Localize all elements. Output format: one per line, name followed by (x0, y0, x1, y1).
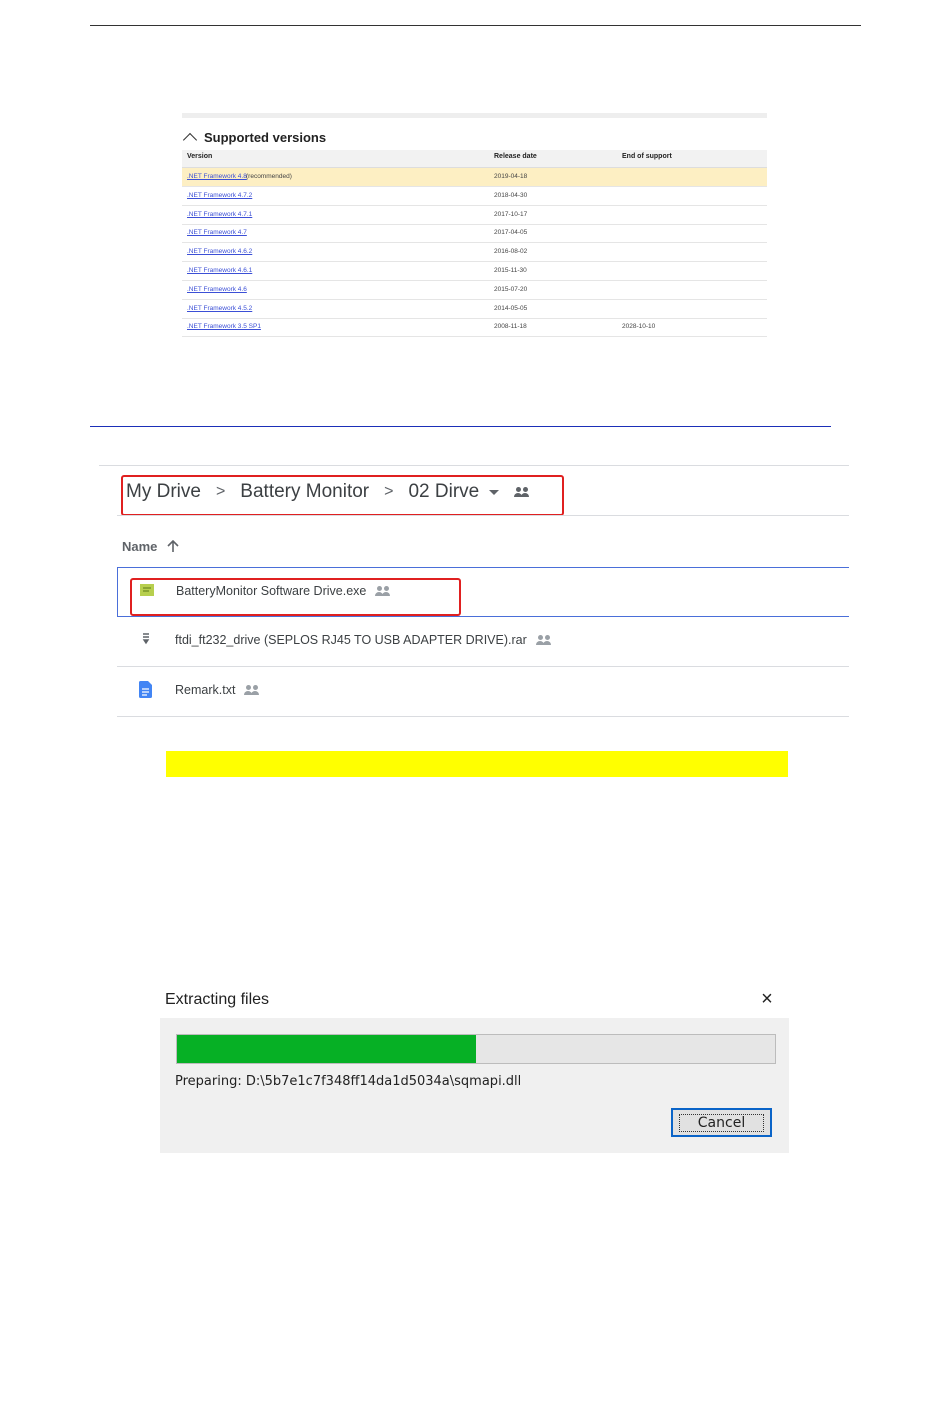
document-file-icon (139, 681, 152, 698)
name-column-header[interactable]: Name (122, 537, 179, 555)
file-name-text: Remark.txt (175, 683, 236, 697)
version-row: .NET Framework 4.7.2 2018-04-30 (182, 187, 767, 206)
version-row: .NET Framework 3.5 SP1 2008-11-18 2028-10-… (182, 318, 767, 338)
release-date: 2017-10-17 (494, 210, 528, 218)
dialog-title-bar: Extracting files × (160, 984, 789, 1018)
supported-versions-heading: Supported versions (204, 129, 327, 145)
supported-versions-panel: Supported versions Version Release date … (182, 113, 767, 338)
release-date: 2016-08-02 (494, 248, 528, 256)
version-row: .NET Framework 4.8 (recommended) 2019-04-1… (182, 168, 767, 187)
release-date: 2017-04-05 (494, 229, 528, 237)
version-link[interactable]: .NET Framework 4.7 (187, 229, 247, 236)
panel-top-bar (182, 113, 767, 118)
version-link[interactable]: .NET Framework 4.6.2 (187, 248, 252, 255)
release-date: 2019-04-18 (494, 173, 528, 180)
archive-file-icon (142, 633, 150, 645)
version-link[interactable]: .NET Framework 4.5.2 (187, 305, 252, 312)
versions-table-header: Version Release date End of support (182, 150, 767, 168)
file-name: Remark.txt (175, 683, 261, 697)
drive-top-divider (99, 465, 849, 466)
column-version: Version (187, 153, 213, 160)
progress-fill (177, 1035, 476, 1063)
yellow-highlight-bar (166, 751, 788, 777)
link-underline (90, 426, 831, 427)
release-date: 2015-11-30 (494, 267, 527, 274)
release-date: 2018-04-30 (494, 191, 528, 199)
shared-icon (535, 635, 553, 645)
column-end-of-support: End of support (622, 153, 672, 160)
release-date: 2014-05-05 (494, 304, 528, 312)
cancel-button-label: Cancel (678, 1113, 765, 1132)
arrow-up-icon[interactable] (167, 539, 179, 553)
end-of-support: 2028-10-10 (622, 323, 656, 331)
file-row[interactable]: ftdi_ft232_drive (SEPLOS RJ45 TO USB ADA… (117, 617, 849, 667)
extract-dialog: Extracting files × Preparing: D:\5b7e1c7… (160, 984, 789, 1153)
version-row: .NET Framework 4.5.2 2014-05-05 (182, 300, 767, 319)
version-link[interactable]: .NET Framework 4.7.2 (187, 192, 252, 199)
version-link[interactable]: .NET Framework 3.5 SP1 (187, 323, 261, 330)
release-date: 2015-07-20 (494, 285, 528, 293)
version-link[interactable]: .NET Framework 4.6 (187, 286, 247, 293)
release-date: 2008-11-18 (494, 323, 527, 331)
version-link[interactable]: .NET Framework 4.6.1 (187, 267, 252, 274)
breadcrumb-highlight-box (121, 475, 564, 516)
version-row: .NET Framework 4.6.1 2015-11-30 (182, 262, 767, 281)
cancel-button[interactable]: Cancel (671, 1108, 772, 1137)
version-row: .NET Framework 4.7 2017-04-05 (182, 224, 767, 244)
progress-bar (176, 1034, 776, 1064)
dialog-title: Extracting files (165, 991, 270, 1008)
column-release-date: Release date (494, 153, 537, 160)
version-row: .NET Framework 4.6.2 2016-08-02 (182, 243, 767, 263)
breadcrumb-divider (117, 515, 849, 516)
recommended-note: (recommended) (246, 173, 292, 180)
version-link[interactable]: .NET Framework 4.7.1 (187, 211, 252, 218)
supported-versions-toggle[interactable]: Supported versions (182, 128, 327, 147)
version-link[interactable]: .NET Framework 4.8 (187, 173, 247, 180)
file-name: ftdi_ft232_drive (SEPLOS RJ45 TO USB ADA… (175, 633, 553, 647)
status-text: Preparing: D:\5b7e1c7f348ff14da1d5034a\s… (175, 1074, 522, 1089)
name-header-label: Name (122, 538, 158, 554)
close-icon[interactable]: × (758, 989, 776, 1009)
file-highlight-box (130, 578, 461, 616)
top-rule (90, 25, 861, 26)
version-row: .NET Framework 4.7.1 2017-10-17 (182, 206, 767, 225)
shared-icon (243, 685, 261, 695)
version-row: .NET Framework 4.6 2015-07-20 (182, 281, 767, 300)
chevron-up-icon (182, 132, 198, 147)
file-row[interactable]: Remark.txt (117, 667, 849, 717)
file-name-text: ftdi_ft232_drive (SEPLOS RJ45 TO USB ADA… (175, 633, 527, 647)
